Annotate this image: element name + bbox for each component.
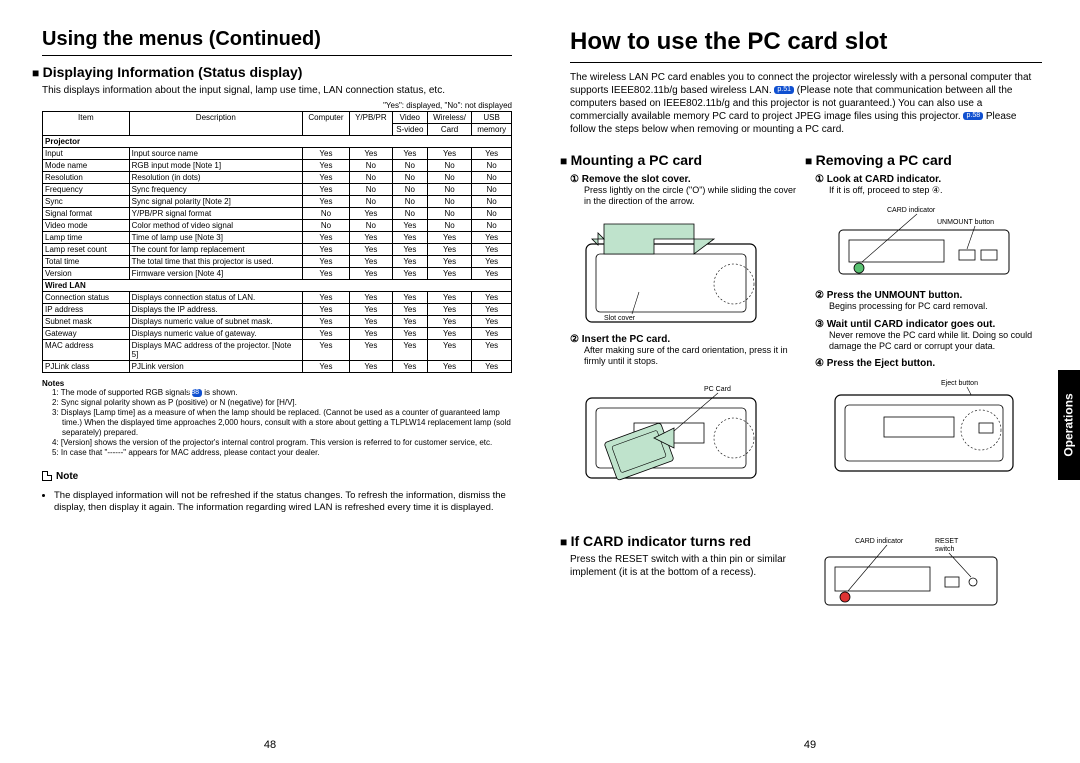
table-row: PJLink classPJLink versionYesYesYesYesYe… [43,361,512,373]
page-number: 49 [804,739,816,751]
notes-heading: Notes [42,379,512,388]
table-row: InputInput source nameYesYesYesYesYes [43,148,512,160]
page-left: Using the menus (Continued) Displaying I… [0,0,540,763]
step-body: Never remove the PC card while lit. Doin… [829,330,1042,353]
note-item: 4: [Version] shows the version of the pr… [52,438,512,448]
if-red-column: If CARD indicator turns red Press the RE… [570,527,797,621]
th-video: Video [392,112,427,124]
removing-column: Removing a PC card ① Look at CARD indica… [815,146,1042,513]
note-bullet: The displayed information will not be re… [54,490,512,515]
step-heading: ③ Wait until CARD indicator goes out. [815,319,1042,330]
figure-label: RESET [935,538,959,545]
step-body: If it is off, proceed to step ④. [829,185,1042,196]
th-card: Card [427,124,471,136]
note-item: 5: In case that "------" appears for MAC… [52,448,512,458]
table-group-row: Wired LAN [43,280,512,292]
table-row: Total timeThe total time that this proje… [43,256,512,268]
figure-label: Slot cover [604,315,636,322]
page-ref: p.58 [963,112,983,120]
th-ypbpr: Y/PB/PR [349,112,392,136]
th-svideo: S-video [392,124,427,136]
note-icon [42,471,52,481]
mounting-heading: Mounting a PC card [560,152,797,168]
table-row: GatewayDisplays numeric value of gateway… [43,328,512,340]
side-tab: Operations [1058,370,1080,480]
note-label: Note [42,471,78,482]
table-row: IP addressDisplays the IP address.YesYes… [43,304,512,316]
page-number: 48 [264,739,276,751]
table-caption: "Yes": displayed, "No": not displayed [42,101,512,110]
step-heading: ① Remove the slot cover. [570,174,797,185]
group-label: Wired LAN [43,280,512,292]
page-title: How to use the PC card slot [570,28,1042,56]
step-heading: ① Look at CARD indicator. [815,174,1042,185]
slot-cover-figure: Slot cover [584,214,797,324]
table-row: Signal formatY/PB/PR signal formatNoYesN… [43,208,512,220]
step-body: After making sure of the card orientatio… [584,345,797,368]
figure-label: Eject button [941,380,978,387]
th-desc: Description [129,112,302,136]
table-header-row: Item Description Computer Y/PB/PR Video … [43,112,512,124]
table-row: Connection statusDisplays connection sta… [43,292,512,304]
page-right: How to use the PC card slot The wireless… [540,0,1080,763]
rule [42,55,512,56]
notes-list: 1: The mode of supported RGB signals p.8… [42,388,512,458]
table-row: Lamp timeTime of lamp use [Note 3]YesYes… [43,232,512,244]
figure-label: UNMOUNT button [937,219,994,226]
step-heading: ② Press the UNMOUNT button. [815,290,1042,301]
pc-card-figure: PC Card [584,373,797,503]
section-heading: Displaying Information (Status display) [32,64,512,80]
step-heading: ② Insert the PC card. [570,334,797,345]
table-row: MAC addressDisplays MAC address of the p… [43,340,512,361]
table-row: Video modeColor method of video signalNo… [43,220,512,232]
group-label: Projector [43,136,512,148]
note-label-text: Note [56,471,78,482]
if-heading: If CARD indicator turns red [560,533,797,549]
figure-label: switch [935,546,955,553]
note-item: 1: The mode of supported RGB signals p.8… [52,388,512,398]
note-item: 3: Displays [Lamp time] as a measure of … [52,408,512,438]
reset-figure-column: CARD indicator RESET switch [815,527,1042,621]
intro-text: This displays information about the inpu… [42,84,512,97]
table-row: ResolutionResolution (in dots)YesNoNoNoN… [43,172,512,184]
th-usb: USB [472,112,512,124]
step-body: Begins processing for PC card removal. [829,301,1042,312]
step-heading: ④ Press the Eject button. [815,358,1042,369]
if-body: Press the RESET switch with a thin pin o… [570,553,797,579]
indicator-figure: CARD indicator UNMOUNT button [829,202,1042,280]
step-body: Press lightly on the circle ("O") while … [584,185,797,208]
removing-heading: Removing a PC card [805,152,1042,168]
intro-text: The wireless LAN PC card enables you to … [570,71,1042,136]
th-computer: Computer [302,112,349,136]
mounting-column: Mounting a PC card ① Remove the slot cov… [570,146,797,513]
table-row: Subnet maskDisplays numeric value of sub… [43,316,512,328]
table-row: FrequencySync frequencyYesNoNoNoNo [43,184,512,196]
rule [570,62,1042,63]
table-row: VersionFirmware version [Note 4]YesYesYe… [43,268,512,280]
note-item: 2: Sync signal polarity shown as P (posi… [52,398,512,408]
figure-label: CARD indicator [855,538,904,545]
th-memory: memory [472,124,512,136]
figure-label: PC Card [704,386,731,393]
th-item: Item [43,112,130,136]
table-row: SyncSync signal polarity [Note 2]YesNoNo… [43,196,512,208]
table-row: Lamp reset countThe count for lamp repla… [43,244,512,256]
note-box: Note The displayed information will not … [42,468,512,515]
eject-figure: Eject button [829,375,1042,475]
table-group-row: Projector [43,136,512,148]
status-table: Item Description Computer Y/PB/PR Video … [42,111,512,373]
page-title: Using the menus (Continued) [42,28,512,51]
page-ref: p.51 [774,86,794,94]
th-wireless: Wireless/ [427,112,471,124]
figure-label: CARD indicator [887,207,936,214]
reset-figure: CARD indicator RESET switch [815,533,1042,611]
table-row: Mode nameRGB input mode [Note 1]YesNoNoN… [43,160,512,172]
